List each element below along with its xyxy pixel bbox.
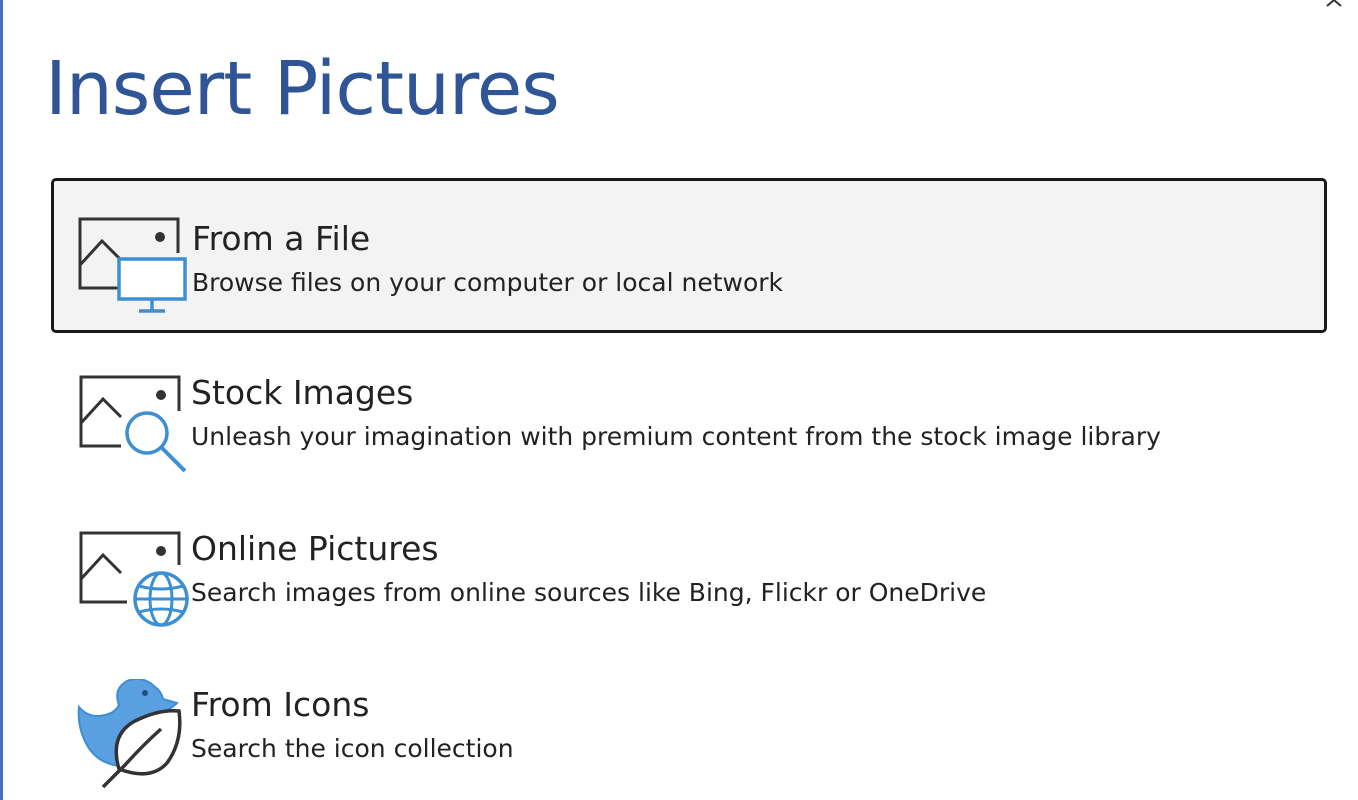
option-title: Stock Images bbox=[191, 373, 414, 412]
option-description: Browse files on your computer or local n… bbox=[192, 268, 784, 297]
duck-leaf-icon bbox=[77, 679, 182, 789]
picture-computer-icon bbox=[78, 217, 187, 313]
insert-pictures-dialog: Insert Pictures From a File Browse files… bbox=[0, 0, 1358, 800]
option-description: Search the icon collection bbox=[191, 734, 514, 763]
options-list: From a File Browse files on your compute… bbox=[51, 178, 1327, 800]
picture-globe-icon bbox=[79, 531, 189, 627]
dialog-title: Insert Pictures bbox=[45, 46, 560, 132]
option-description: Unleash your imagination with premium co… bbox=[191, 422, 1161, 451]
close-icon bbox=[1326, 0, 1342, 7]
option-description: Search images from online sources like B… bbox=[191, 578, 987, 607]
option-from-icons[interactable]: From Icons Search the icon collection bbox=[51, 645, 1327, 800]
option-title: From Icons bbox=[191, 685, 370, 724]
option-online-pictures[interactable]: Online Pictures Search images from onlin… bbox=[51, 489, 1327, 644]
option-title: Online Pictures bbox=[191, 529, 439, 568]
option-from-a-file[interactable]: From a File Browse files on your compute… bbox=[51, 178, 1327, 333]
close-button[interactable] bbox=[1322, 0, 1350, 14]
picture-search-icon bbox=[79, 375, 187, 473]
option-stock-images[interactable]: Stock Images Unleash your imagination wi… bbox=[51, 333, 1327, 488]
option-title: From a File bbox=[192, 219, 371, 258]
